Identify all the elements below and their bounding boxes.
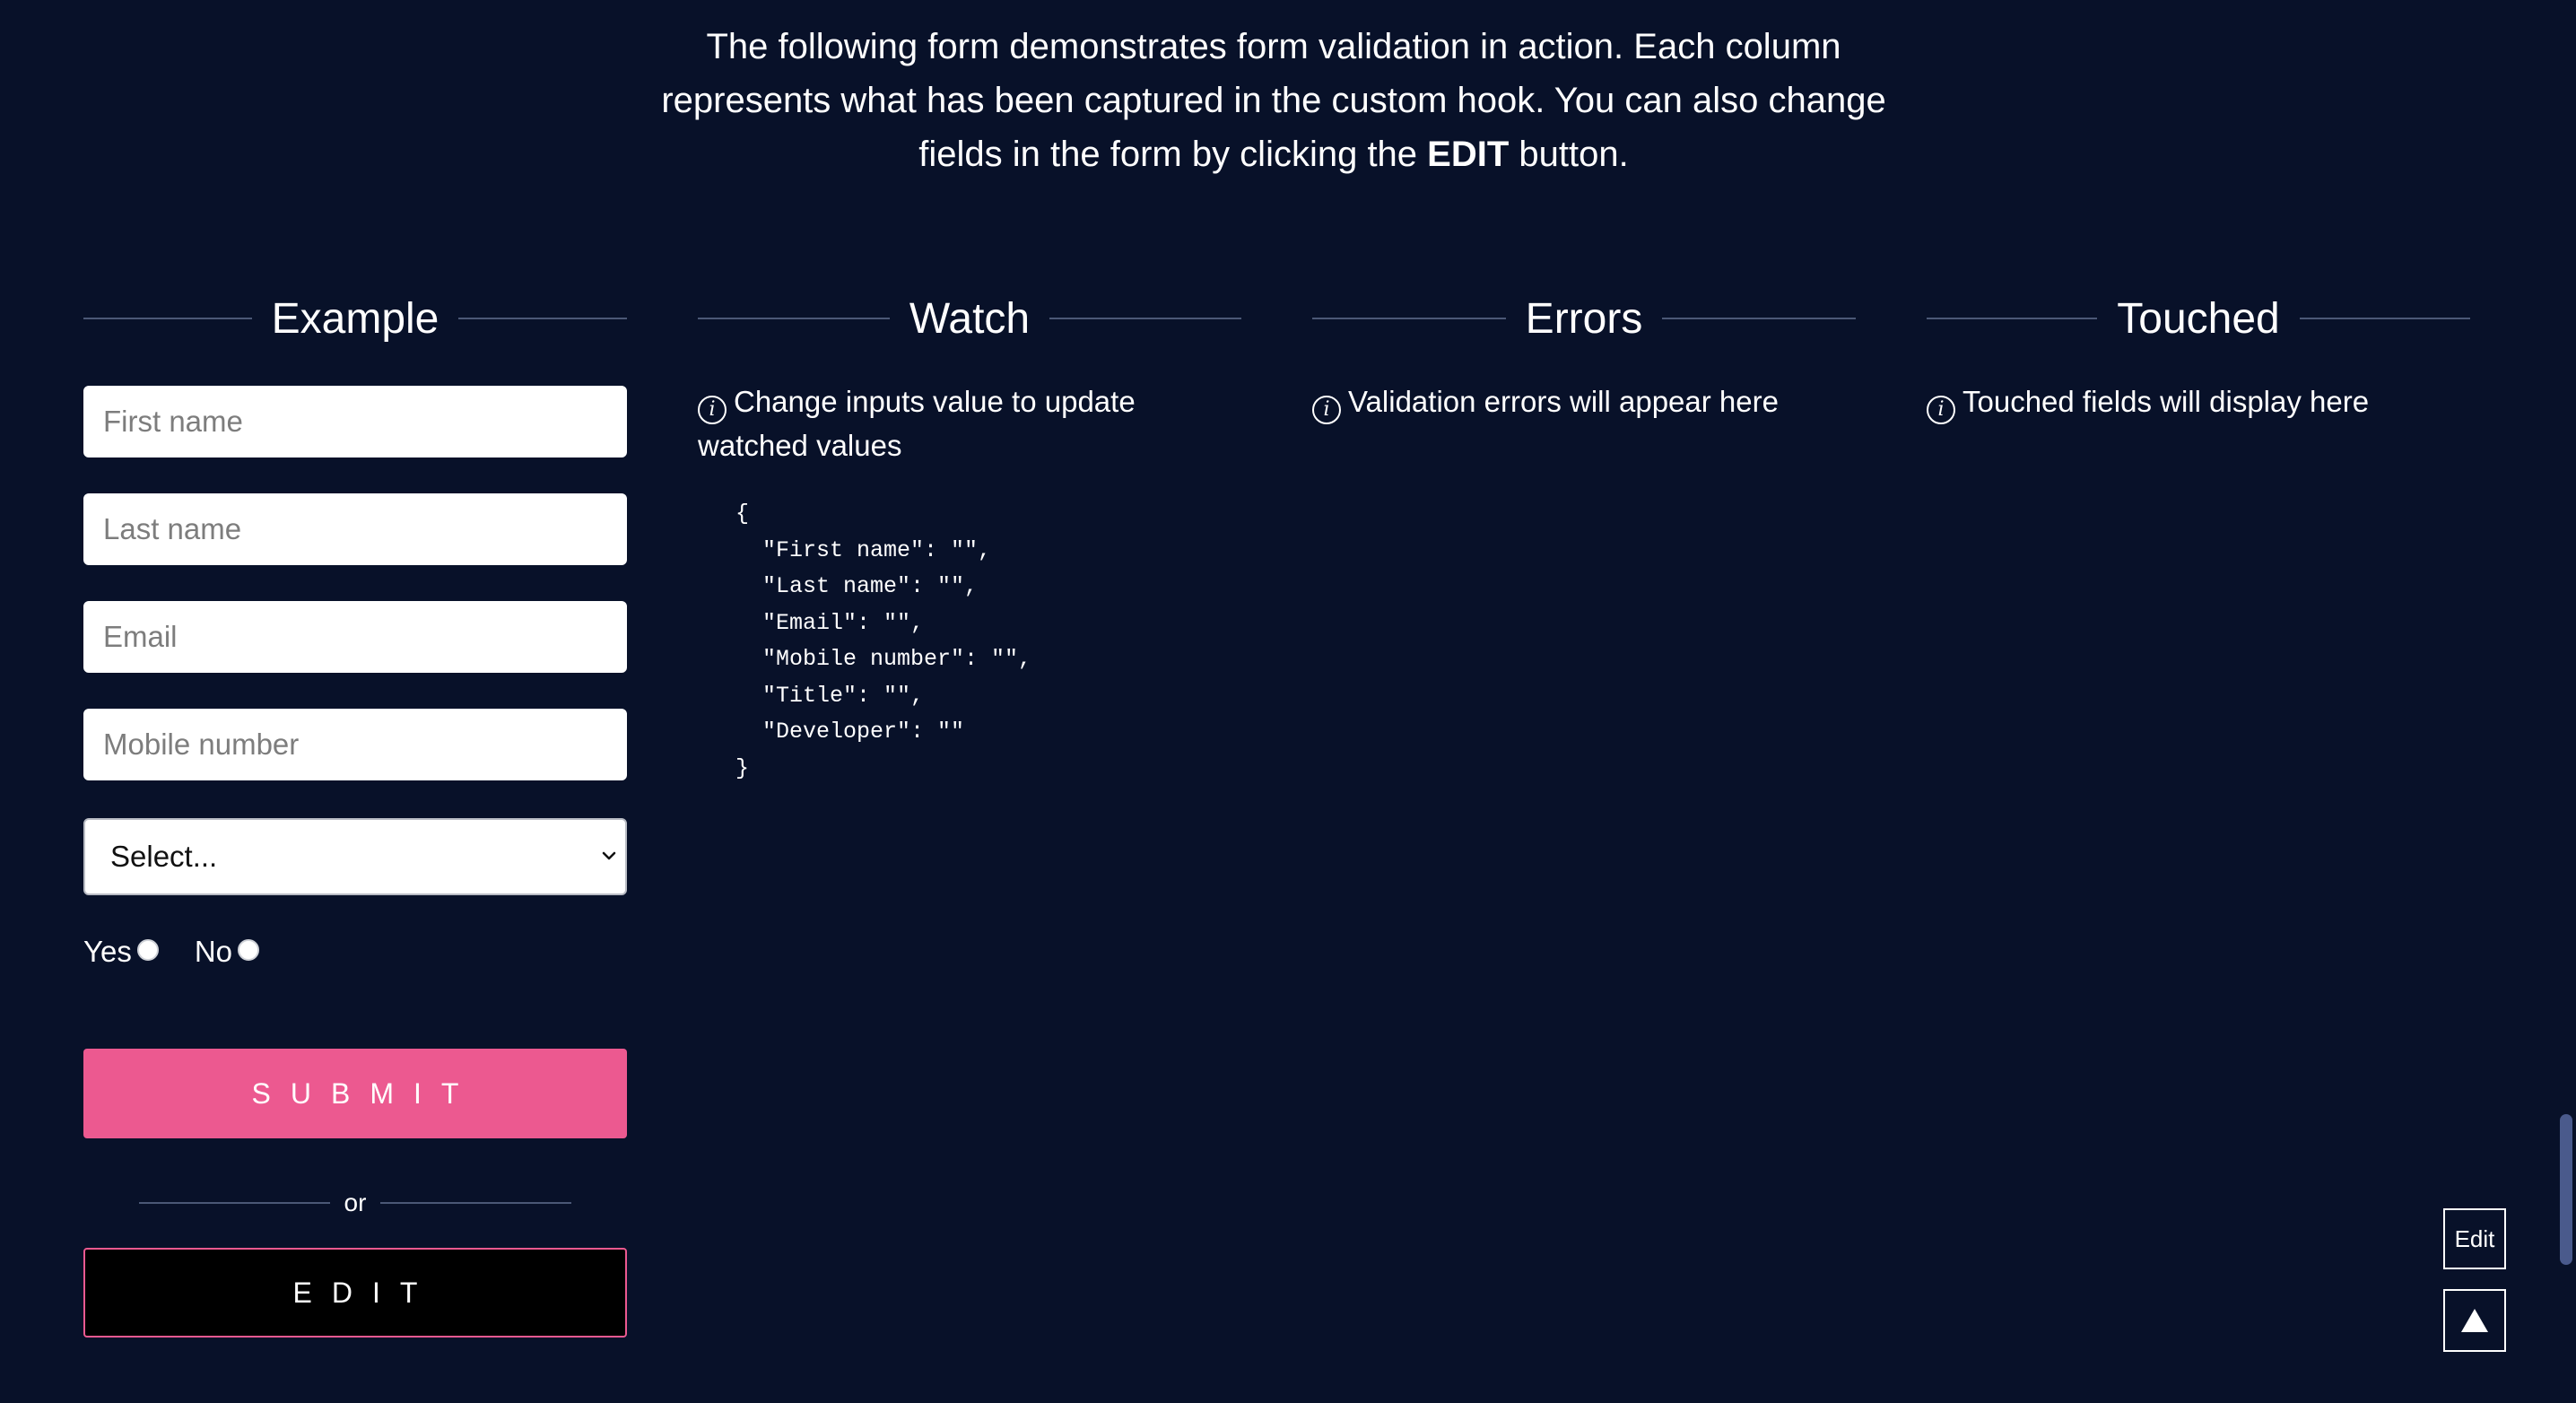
touched-heading: Touched [1927,287,2471,350]
heading-divider-left [1312,318,1506,319]
submit-button[interactable]: SUBMIT [83,1049,627,1138]
heading-divider-left [1927,318,2098,319]
intro-line-3: fields in the form by clicking the EDIT … [646,127,1902,181]
errors-heading: Errors [1312,287,1857,350]
heading-divider-left [698,318,890,319]
heading-divider-right [1662,318,1857,319]
watch-info-text: Change inputs value to update watched va… [698,385,1136,462]
errors-column: Errors i Validation errors will appear he… [1312,287,1857,424]
errors-title: Errors [1525,294,1643,343]
floating-edit-button[interactable]: Edit [2443,1208,2506,1269]
example-heading: Example [83,287,627,350]
mobile-number-input[interactable] [83,709,627,780]
intro-line-3-after: button. [1509,135,1629,174]
example-column: Example Select... Yes No SUBMIT [83,287,627,1338]
watch-heading: Watch [698,287,1241,350]
watch-info: i Change inputs value to update watched v… [698,380,1241,467]
example-title: Example [271,294,439,343]
developer-no-option[interactable]: No [194,935,260,969]
developer-radio-group: Yes No [83,935,295,969]
or-divider-left [139,1202,330,1204]
developer-yes-radio[interactable] [136,939,159,961]
heading-divider-left [83,318,252,319]
intro-line-3-before: fields in the form by clicking the [918,135,1428,174]
chevron-down-icon [602,851,616,860]
heading-divider-right [2299,318,2471,319]
intro-line-2: represents what has been captured in the… [661,81,1886,120]
heading-divider-right [458,318,627,319]
info-icon: i [698,396,727,424]
touched-info-text: Touched fields will display here [1962,385,2370,418]
title-select[interactable]: Select... [83,818,627,895]
or-divider-right [380,1202,571,1204]
intro-line-1: The following form demonstrates form val… [706,27,1841,66]
scroll-to-top-button[interactable] [2443,1289,2506,1352]
heading-divider-right [1049,318,1241,319]
or-label: or [344,1189,367,1216]
watched-values-code: { "First name": "", "Last name": "", "Em… [735,501,1032,781]
first-name-input[interactable] [83,386,627,458]
email-input[interactable] [83,601,627,673]
errors-info-text: Validation errors will appear here [1348,385,1779,418]
developer-no-label: No [194,935,233,968]
scrollbar-thumb[interactable] [2560,1114,2572,1265]
title-select-value: Select... [110,840,218,873]
info-icon: i [1312,396,1341,424]
errors-info: i Validation errors will appear here [1312,380,1856,424]
intro-edit-emphasis: EDIT [1427,135,1510,174]
developer-yes-option[interactable]: Yes [83,935,159,969]
triangle-up-icon [2461,1309,2488,1332]
or-separator: or [139,1189,571,1217]
edit-button[interactable]: EDIT [83,1248,627,1338]
watch-title: Watch [909,294,1031,343]
touched-info: i Touched fields will display here [1927,380,2470,424]
touched-title: Touched [2117,294,2280,343]
developer-no-radio[interactable] [238,939,260,961]
last-name-input[interactable] [83,493,627,565]
developer-yes-label: Yes [83,935,132,968]
info-icon: i [1927,396,1955,424]
page: The following form demonstrates form val… [0,0,2576,1403]
intro-text: The following form demonstrates form val… [646,20,1902,181]
touched-column: Touched i Touched fields will display her… [1927,287,2471,424]
watch-column: Watch i Change inputs value to update wat… [698,287,1241,787]
